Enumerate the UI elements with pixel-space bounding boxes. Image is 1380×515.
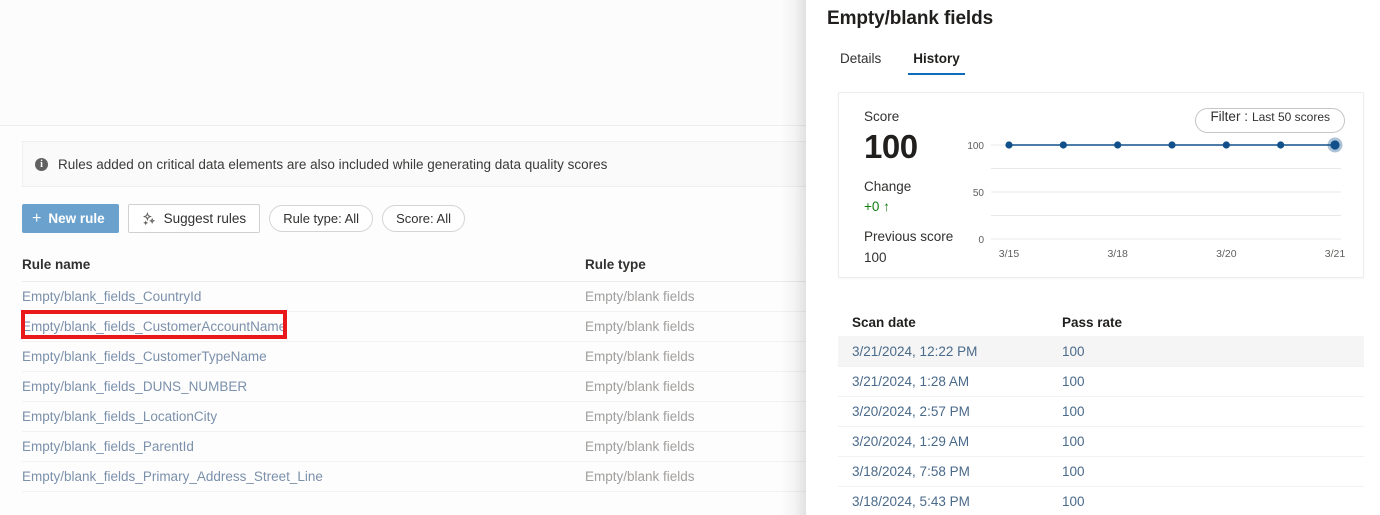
svg-text:100: 100	[967, 141, 984, 152]
score-filter-label: Score: All	[396, 211, 451, 226]
scan-date-cell: 3/18/2024, 7:58 PM	[852, 464, 970, 479]
rule-name-link[interactable]: Empty/blank_fields_CountryId	[22, 289, 585, 304]
svg-text:3/21: 3/21	[1325, 248, 1346, 260]
tab-details-label: Details	[840, 51, 882, 66]
pass-rate-cell: 100	[1062, 464, 1085, 479]
score-history-chart: 0 50 100 3/15 3/18 3/20 3/21	[949, 135, 1349, 265]
column-header-scan-date[interactable]: Scan date	[852, 315, 1062, 330]
scan-date-cell: 3/18/2024, 5:43 PM	[852, 494, 970, 509]
chart-filter-value: Last 50 scores	[1251, 110, 1330, 124]
flyout-tabs: Details History	[827, 45, 973, 75]
new-rule-label: New rule	[48, 211, 105, 226]
svg-text:0: 0	[978, 235, 984, 246]
info-message-bar: i Rules added on critical data elements …	[22, 141, 806, 187]
info-icon: i	[35, 157, 48, 171]
rule-type-cell: Empty/blank fields	[585, 439, 695, 454]
screen: i Rules added on critical data elements …	[0, 0, 1380, 515]
rule-name-link[interactable]: Empty/blank_fields_ParentId	[22, 439, 585, 454]
pass-rate-cell: 100	[1062, 494, 1085, 509]
rule-type-filter-pill[interactable]: Rule type: All	[269, 205, 374, 232]
rule-type-cell: Empty/blank fields	[585, 409, 695, 424]
list-item[interactable]: 3/20/2024, 2:57 PM 100	[838, 396, 1364, 426]
svg-text:50: 50	[973, 188, 985, 199]
rules-table: Rule name Rule type Column Empty/blank_f…	[22, 248, 806, 492]
column-header-pass-rate[interactable]: Pass rate	[1062, 315, 1182, 330]
rule-type-cell: Empty/blank fields	[585, 289, 695, 304]
rule-type-cell: Empty/blank fields	[585, 319, 695, 334]
scan-date-cell: 3/21/2024, 1:28 AM	[852, 374, 970, 389]
chart-filter-key: Filter :	[1210, 109, 1248, 124]
table-row[interactable]: Empty/blank_fields_DUNS_NUMBER Empty/bla…	[22, 372, 806, 402]
rule-type-cell: Empty/blank fields	[585, 469, 695, 484]
tab-details[interactable]: Details	[827, 45, 894, 75]
score-label: Score	[864, 109, 900, 124]
table-row[interactable]: Empty/blank_fields_LocationCity Empty/bl…	[22, 402, 806, 432]
rules-list-panel: i Rules added on critical data elements …	[0, 0, 806, 515]
suggest-rules-button[interactable]: Suggest rules	[127, 204, 261, 233]
rule-name-link[interactable]: Empty/blank_fields_CustomerTypeName	[22, 349, 585, 364]
suggest-rules-label: Suggest rules	[163, 211, 247, 226]
rule-name-link[interactable]: Empty/blank_fields_CustomerAccountName	[22, 319, 585, 334]
list-item[interactable]: 3/18/2024, 7:58 PM 100	[838, 456, 1364, 486]
pass-rate-cell: 100	[1062, 374, 1085, 389]
list-item[interactable]: 3/20/2024, 1:29 AM 100	[838, 426, 1364, 456]
table-row[interactable]: Empty/blank_fields_CustomerAccountName E…	[22, 312, 806, 342]
list-item[interactable]: 3/21/2024, 12:22 PM 100	[838, 336, 1364, 366]
pass-rate-cell: 100	[1062, 404, 1085, 419]
rule-type-cell: Empty/blank fields	[585, 349, 695, 364]
rules-table-header: Rule name Rule type Column	[22, 248, 806, 282]
info-message-text: Rules added on critical data elements ar…	[58, 156, 608, 172]
scan-date-cell: 3/20/2024, 2:57 PM	[852, 404, 970, 419]
rule-detail-flyout: Empty/blank fields Details History Score…	[806, 0, 1380, 515]
svg-text:3/15: 3/15	[999, 248, 1020, 260]
table-row[interactable]: Empty/blank_fields_CustomerTypeName Empt…	[22, 342, 806, 372]
score-line-chart-svg: 0 50 100 3/15 3/18 3/20 3/21	[967, 137, 1346, 260]
chart-filter-pill[interactable]: Filter : Last 50 scores	[1195, 108, 1345, 133]
panel-header-area	[0, 0, 806, 126]
scan-table-header: Scan date Pass rate	[838, 308, 1364, 336]
rule-name-link[interactable]: Empty/blank_fields_DUNS_NUMBER	[22, 379, 585, 394]
sparkle-icon	[142, 211, 156, 226]
pass-rate-cell: 100	[1062, 344, 1085, 359]
rule-name-link[interactable]: Empty/blank_fields_Primary_Address_Stree…	[22, 469, 585, 484]
scan-history-table: Scan date Pass rate 3/21/2024, 12:22 PM …	[838, 308, 1364, 515]
table-row[interactable]: Empty/blank_fields_ParentId Empty/blank …	[22, 432, 806, 462]
list-item[interactable]: 3/18/2024, 5:43 PM 100	[838, 486, 1364, 515]
svg-text:3/18: 3/18	[1107, 248, 1128, 260]
scan-date-cell: 3/21/2024, 12:22 PM	[852, 344, 978, 359]
svg-text:3/20: 3/20	[1216, 248, 1237, 260]
rule-type-filter-label: Rule type: All	[283, 211, 360, 226]
score-summary-card: Score 100 Change +0 ↑ Previous score 100…	[838, 92, 1364, 278]
pass-rate-cell: 100	[1062, 434, 1085, 449]
plus-icon: +	[32, 209, 42, 227]
new-rule-button[interactable]: + New rule	[22, 204, 119, 233]
table-row[interactable]: Empty/blank_fields_Primary_Address_Stree…	[22, 462, 806, 492]
scan-date-cell: 3/20/2024, 1:29 AM	[852, 434, 970, 449]
column-header-rule-type[interactable]: Rule type	[585, 257, 806, 272]
list-item[interactable]: 3/21/2024, 1:28 AM 100	[838, 366, 1364, 396]
tab-history-label: History	[913, 51, 960, 66]
column-header-rule-name[interactable]: Rule name	[22, 257, 585, 272]
tab-history[interactable]: History	[900, 45, 973, 75]
score-filter-pill[interactable]: Score: All	[382, 205, 465, 232]
page-title: Empty/blank fields	[827, 8, 994, 29]
rules-toolbar: + New rule Suggest rules Rule type: All …	[22, 204, 465, 233]
table-row[interactable]: Empty/blank_fields_CountryId Empty/blank…	[22, 282, 806, 312]
rule-name-link[interactable]: Empty/blank_fields_LocationCity	[22, 409, 585, 424]
rule-type-cell: Empty/blank fields	[585, 379, 695, 394]
